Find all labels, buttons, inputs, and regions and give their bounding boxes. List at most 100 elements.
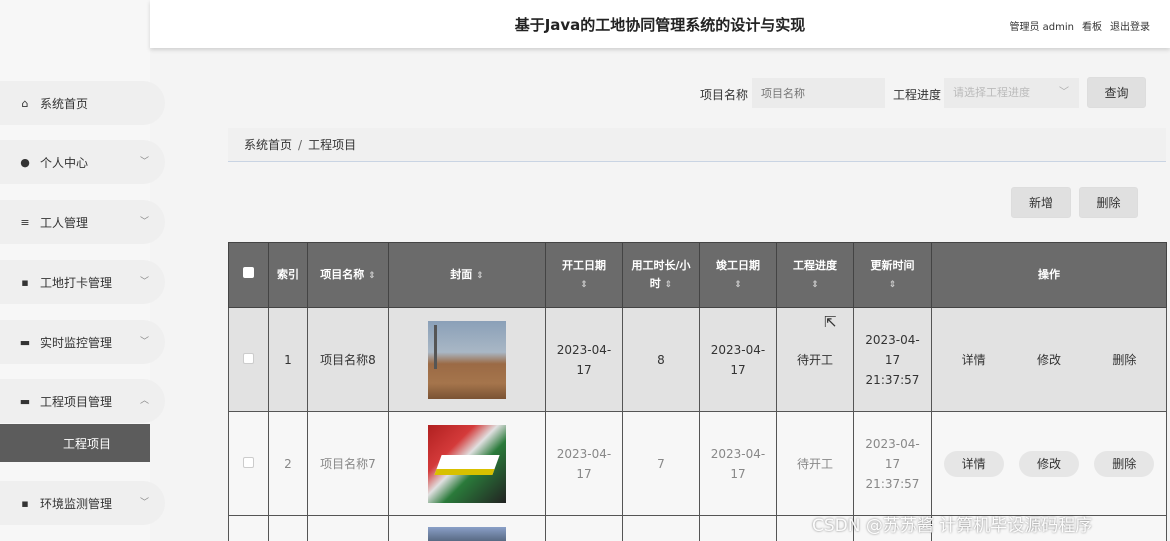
sort-icon: ⇕ [664, 279, 673, 290]
row-name [307, 515, 389, 541]
row-delete-button[interactable]: 删除 [1094, 450, 1155, 477]
row-end-date: 2023-04-17 [699, 307, 777, 412]
breadcrumb: 系统首页 / 工程项目 [228, 128, 1166, 162]
sort-icon: ⇕ [734, 279, 742, 290]
select-all-checkbox[interactable] [243, 267, 254, 278]
header-updated[interactable]: 更新时间 ⇕ [853, 242, 932, 308]
row-ops-group: 详情 修改 删除 [936, 450, 1162, 477]
name-search-label: 项目名称 [700, 88, 749, 102]
header-progress-label: 工程进度 [793, 258, 837, 272]
row-name: 项目名称8 [307, 307, 389, 412]
sidebar-item-projects[interactable]: ▬ 工程项目管理 ︿ [0, 379, 165, 423]
sidebar-item-label: 工人管理 [40, 215, 89, 230]
header-hours-label: 用工时长/小时 [631, 258, 691, 290]
detail-button[interactable]: 详情 [962, 350, 986, 370]
chevron-down-icon: ﹀ [1059, 87, 1069, 98]
header-name[interactable]: 项目名称 ⇕ [307, 242, 389, 308]
watermark: CSDN @苏苏酱 计算机毕设源码程序 [812, 516, 1093, 536]
comment-icon: ▬ [19, 335, 31, 349]
header-ops-label: 操作 [1038, 268, 1060, 281]
header-hours[interactable]: 用工时长/小时 ⇕ [622, 242, 700, 308]
sidebar-item-home[interactable]: ⌂ 系统首页 [0, 81, 165, 125]
row-updated: 2023-04-17 21:37:57 [853, 307, 932, 412]
chevron-up-icon: ︿ [139, 396, 149, 406]
row-checkbox[interactable] [243, 456, 254, 468]
admin-label: 管理员 admin [1009, 22, 1074, 33]
row-end-date [699, 515, 777, 541]
row-progress: 待开工 [776, 307, 854, 412]
table-row[interactable]: 1 项目名称8 2023-04-17 8 2023-04-17 待开工 2023… [228, 307, 1167, 412]
briefcase-icon: ▬ [19, 394, 31, 408]
header-name-label: 项目名称 [320, 267, 365, 281]
select-all-cell [228, 242, 269, 308]
query-button[interactable]: 查询 [1087, 77, 1146, 108]
header-ops: 操作 [931, 242, 1167, 308]
sidebar-item-workers[interactable]: ≡ 工人管理 ﹀ [0, 200, 165, 244]
roof-shape [434, 454, 500, 475]
header-end-date[interactable]: 竣工日期 ⇕ [699, 242, 777, 308]
add-button[interactable]: 新增 [1011, 187, 1071, 218]
row-progress: 待开工 [776, 411, 854, 516]
header-end-label: 竣工日期 [716, 258, 760, 272]
cover-image[interactable] [428, 424, 506, 503]
header-progress[interactable]: 工程进度 ⇕ [776, 242, 854, 308]
row-delete-button[interactable]: 删除 [1112, 350, 1136, 370]
row-index [268, 515, 308, 541]
list-icon: ≡ [20, 215, 30, 229]
grid-icon: ▪ [21, 496, 29, 510]
row-cover [388, 307, 546, 412]
header-updated-label: 更新时间 [870, 258, 915, 272]
chevron-down-icon: ﹀ [139, 217, 149, 227]
name-search-input[interactable] [752, 78, 885, 108]
detail-button[interactable]: 详情 [943, 450, 1004, 477]
table-row[interactable]: 2 项目名称7 2023-04-17 7 2023-04-17 待开工 2023… [228, 411, 1167, 516]
project-table: 索引 项目名称 ⇕ 封面 ⇕ 开工日期 ⇕ 用工时长/小时 ⇕ 竣工日期 ⇕ 工程进… [228, 242, 1167, 541]
delete-button[interactable]: 删除 [1079, 187, 1138, 218]
sidebar-item-environment[interactable]: ▪ 环境监测管理 ﹀ [0, 481, 165, 525]
cover-image[interactable] [428, 320, 506, 399]
progress-select[interactable]: 请选择工程进度 ﹀ [944, 78, 1079, 108]
row-hours [622, 515, 700, 541]
sidebar-subitem-project[interactable]: 工程项目 [0, 424, 150, 462]
row-start-date: 2023-04-17 [545, 411, 623, 516]
cover-image[interactable] [428, 526, 506, 541]
header-index-label: 索引 [277, 268, 299, 281]
header-cover-label: 封面 [450, 267, 473, 281]
row-start-date: 2023-04-17 [545, 307, 623, 412]
chevron-down-icon: ﹀ [139, 277, 149, 287]
header-start-label: 开工日期 [562, 258, 606, 272]
sidebar-item-checkin[interactable]: ▪ 工地打卡管理 ﹀ [0, 260, 165, 304]
sidebar-item-label: 工地打卡管理 [40, 275, 113, 290]
breadcrumb-separator: / [298, 137, 303, 152]
row-ops: 详情 修改 删除 [931, 411, 1167, 516]
user-icon: ● [20, 155, 30, 169]
pylon-shape [434, 324, 437, 369]
row-index: 1 [268, 307, 308, 412]
header-start-date[interactable]: 开工日期 ⇕ [545, 242, 623, 308]
sort-icon: ⇕ [811, 279, 819, 290]
top-header: 基于Java的工地协同管理系统的设计与实现 管理员 admin 看板 退出登录 [150, 0, 1170, 48]
row-ops-group: 详情 修改 删除 [936, 350, 1162, 370]
row-index: 2 [268, 411, 308, 516]
edit-button[interactable]: 修改 [1018, 450, 1079, 477]
row-hours: 7 [622, 411, 700, 516]
breadcrumb-home[interactable]: 系统首页 [244, 136, 292, 153]
header-index: 索引 [268, 242, 308, 308]
table-header-row: 索引 项目名称 ⇕ 封面 ⇕ 开工日期 ⇕ 用工时长/小时 ⇕ 竣工日期 ⇕ 工程进… [228, 242, 1167, 308]
sidebar-item-personal[interactable]: ● 个人中心 ﹀ [0, 140, 165, 184]
grid-icon: ▪ [21, 275, 29, 289]
breadcrumb-current: 工程项目 [308, 138, 357, 152]
sort-icon: ⇕ [580, 279, 588, 290]
header-cover[interactable]: 封面 ⇕ [388, 242, 546, 308]
sidebar-item-label: 系统首页 [40, 96, 89, 111]
sidebar-item-monitor[interactable]: ▬ 实时监控管理 ﹀ [0, 320, 165, 364]
progress-search-label: 工程进度 [893, 88, 942, 102]
board-link[interactable]: 看板 [1082, 18, 1102, 33]
top-links: 管理员 admin 看板 退出登录 [1009, 18, 1150, 33]
logout-link[interactable]: 退出登录 [1110, 18, 1150, 33]
sidebar-item-label: 实时监控管理 [40, 335, 113, 350]
row-cover [388, 411, 546, 516]
chevron-down-icon: ﹀ [139, 498, 149, 508]
row-checkbox[interactable] [243, 352, 254, 364]
edit-button[interactable]: 修改 [1037, 350, 1061, 370]
